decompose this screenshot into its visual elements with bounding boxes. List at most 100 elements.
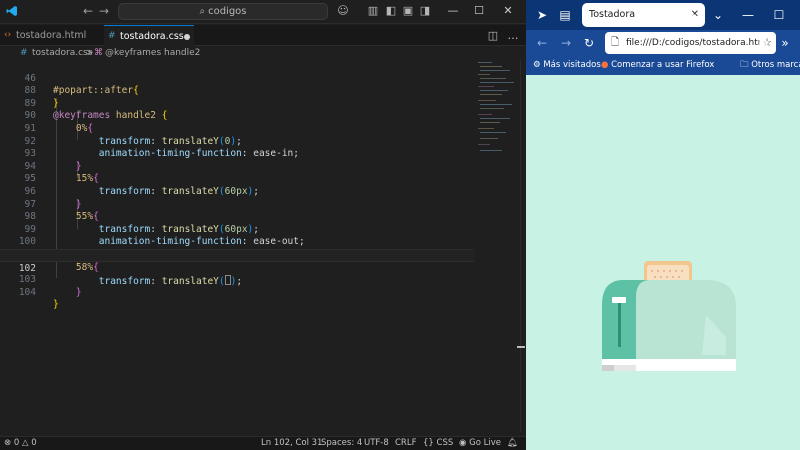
layout-panels-icon[interactable]: ▥	[366, 4, 380, 18]
code-line: 46 #popart::after{	[0, 60, 474, 97]
url-bar[interactable]: 🗋︎ file:///D:/codigos/tostadora.html ☆	[605, 32, 776, 54]
url-text: file:///D:/codigos/tostadora.html	[626, 38, 770, 48]
minimize-icon[interactable]: —	[445, 3, 461, 19]
back-arrow-icon[interactable]: ←	[80, 3, 96, 19]
go-live-label: Go Live	[469, 438, 501, 448]
code-editor[interactable]: 46 #popart::after{ 88 } 89 @keyframes ha…	[0, 60, 474, 432]
braces-icon: {}	[423, 438, 434, 448]
language-status[interactable]: {} CSS	[423, 437, 453, 450]
code-line: 89 @keyframes handle2 {	[0, 85, 474, 122]
gear-icon: ⚙	[533, 60, 541, 70]
firefox-navbar: ← → ↻ 🗋︎ file:///D:/codigos/tostadora.ht…	[526, 30, 800, 56]
command-center-search[interactable]: ⌕ codigos	[118, 3, 328, 20]
indentation-status[interactable]: Spaces: 4	[321, 437, 362, 450]
toggle-sidebar-icon[interactable]: ◧	[384, 4, 398, 18]
toggle-panel-icon[interactable]: ▣	[401, 4, 415, 18]
minimap-line	[480, 104, 512, 105]
bookmark-other[interactable]: 🗀︎ Otros marcadores	[740, 56, 800, 75]
warning-icon: △	[21, 438, 29, 448]
breadcrumb-file[interactable]: tostadora.css	[32, 46, 92, 60]
minimap-line	[478, 86, 494, 87]
code-line: 94 15%{	[0, 148, 474, 185]
broadcast-icon: ◉	[459, 438, 467, 448]
eol-status[interactable]: CRLF	[395, 437, 416, 450]
minimap-line	[478, 144, 490, 145]
minimap-line	[480, 78, 506, 79]
minimap-line	[480, 94, 502, 95]
file-page-icon: 🗋︎	[611, 37, 620, 48]
toggle-secondary-sidebar-icon[interactable]: ◨	[418, 4, 432, 18]
new-tab-icon[interactable]: +	[683, 7, 699, 23]
go-live-button[interactable]: ◉ Go Live	[459, 437, 501, 450]
cursor-pointer-icon: ➤	[536, 8, 548, 22]
unsaved-dot-icon[interactable]	[184, 34, 190, 40]
bookmark-label: Más visitados	[543, 60, 601, 70]
editor-tabs: ‹› tostadora.html # tostadora.css ◫ …	[0, 25, 526, 46]
tab-label: tostadora.html	[16, 30, 87, 41]
toaster-base	[602, 359, 736, 365]
code-line: 90 0%{	[0, 98, 474, 134]
list-tabs-icon[interactable]: ⌄	[710, 7, 726, 23]
error-count: 0	[13, 438, 20, 448]
breadcrumb: # tostadora.css > ⌘ @keyframes handle2	[0, 46, 526, 60]
minimap-line	[478, 128, 494, 129]
html-file-icon: ‹›	[4, 30, 12, 40]
minimap-line	[478, 62, 492, 63]
vscode-logo-icon	[6, 6, 17, 16]
minimap-line	[480, 70, 510, 71]
css-file-icon: #	[108, 31, 116, 41]
overflow-menu-icon[interactable]: »	[777, 35, 793, 51]
minimap-line	[480, 150, 502, 151]
line-number: 104	[18, 286, 36, 298]
forward-arrow-icon[interactable]: →	[558, 35, 574, 51]
bookmarks-toolbar: ⚙ Más visitados ● Comenzar a usar Firefo…	[526, 56, 800, 75]
code-line: 96 }	[0, 173, 474, 210]
tab-tostadora-html[interactable]: ‹› tostadora.html	[0, 25, 102, 46]
notifications-bell-icon[interactable]: 🔔︎	[507, 437, 518, 450]
code-line: 91 transform: translateY(0);	[0, 110, 474, 147]
firefox-logo-icon: ●	[601, 60, 609, 70]
web-page-content	[526, 75, 800, 450]
bookmark-most-visited[interactable]: ⚙ Más visitados	[533, 56, 601, 75]
code-line: 93 }	[0, 136, 474, 172]
code-line: 101 58%{	[0, 236, 474, 273]
minimap-line	[480, 122, 500, 123]
close-icon[interactable]: ✕	[500, 3, 516, 19]
minimap-line	[478, 114, 492, 115]
minimize-icon[interactable]: —	[740, 7, 756, 23]
minimap-line	[480, 66, 502, 67]
firefox-window: ➤ ▤ Tostadora ✕ + ⌄ — ☐ ← → ↻ 🗋︎ file://…	[526, 0, 800, 450]
code-line: 98 transform: translateY(60px);	[0, 199, 474, 235]
toaster-lever	[618, 301, 621, 347]
forward-arrow-icon[interactable]: →	[96, 3, 112, 19]
minimap-line	[480, 138, 498, 139]
code-line: 103 }	[0, 262, 474, 298]
breadcrumb-symbol[interactable]: @keyframes handle2	[105, 46, 200, 60]
firefox-view-icon[interactable]: ▤	[557, 7, 573, 23]
copilot-icon[interactable]: ☺	[336, 4, 350, 18]
maximize-icon[interactable]: ☐	[471, 3, 487, 19]
maximize-icon[interactable]: ☐	[771, 7, 787, 23]
extensions-icon[interactable]: ⧉	[755, 35, 771, 51]
split-editor-icon[interactable]: ◫	[486, 29, 500, 43]
toaster-lever-handle	[612, 297, 626, 303]
cursor-position[interactable]: Ln 102, Col 31	[261, 437, 322, 450]
bookmark-label: Comenzar a usar Firefox	[611, 60, 715, 70]
more-actions-icon[interactable]: …	[506, 29, 520, 43]
encoding-status[interactable]: UTF-8	[364, 437, 389, 450]
tab-tostadora-css[interactable]: # tostadora.css	[104, 25, 194, 46]
toaster-foot-right	[636, 365, 736, 371]
minimap-line	[480, 82, 514, 83]
minimap[interactable]	[474, 60, 520, 160]
bookmark-getting-started[interactable]: ● Comenzar a usar Firefox	[601, 56, 714, 75]
minimap-line	[480, 118, 510, 119]
back-arrow-icon[interactable]: ←	[534, 35, 550, 51]
reload-icon[interactable]: ↻	[581, 35, 597, 51]
minimap-line	[480, 108, 504, 109]
minimap-line	[480, 132, 506, 133]
browser-tab-title: Tostadora	[589, 9, 636, 20]
folder-icon: 🗀︎	[740, 60, 749, 70]
error-icon: ⊗	[4, 438, 12, 448]
breadcrumb-separator: >	[86, 48, 94, 58]
problems-status[interactable]: ⊗ 0 △ 0	[4, 437, 37, 450]
